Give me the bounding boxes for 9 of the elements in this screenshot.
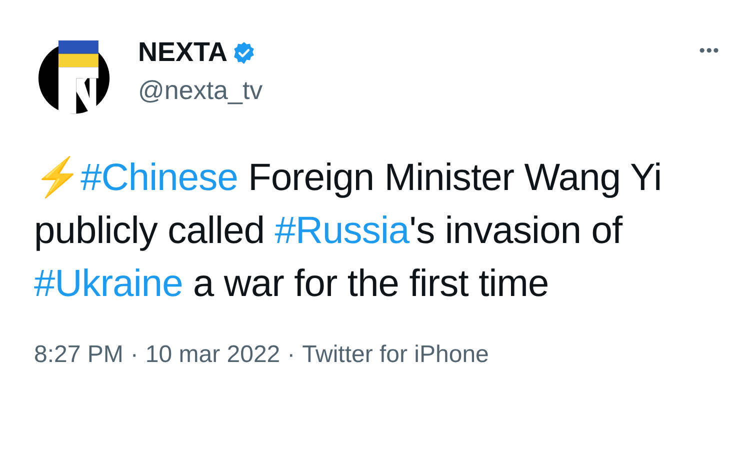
more-options-button[interactable]: ••• (699, 42, 720, 59)
account-name[interactable]: NEXTA (138, 38, 228, 68)
separator-dot: · (287, 340, 296, 370)
source-link[interactable]: Twitter for iPhone (302, 337, 489, 373)
separator-dot: · (130, 340, 138, 370)
account-handle[interactable]: @nexta_tv (138, 76, 263, 104)
tweet-text: ⚡#Chinese Foreign Minister Wang Yi publicly called #Russia's invasion of #Ukraine a war for the first time (34, 155, 663, 307)
tweet-time[interactable]: 8:27 PM (34, 337, 124, 373)
tweet-date[interactable]: 10 mar 2022 (145, 337, 280, 373)
